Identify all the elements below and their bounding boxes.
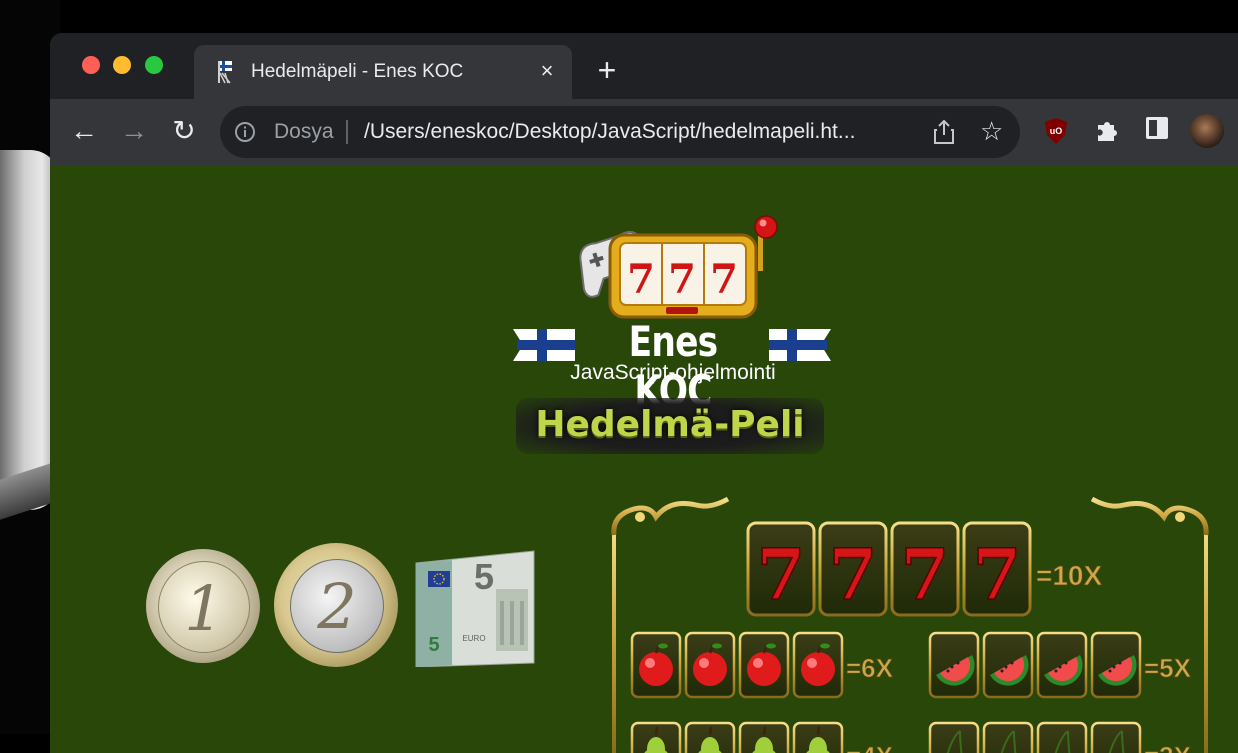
payout-watermelons: =5X (1144, 653, 1192, 683)
logo-reel-1: 7 (627, 256, 655, 303)
paytable-seven-3: 7 (901, 533, 950, 616)
info-icon[interactable] (234, 121, 256, 143)
browser-window: Hedelmäpeli - Enes KOC × + ← → ↻ Dosya /… (50, 33, 1238, 753)
reload-button[interactable]: ↻ (166, 113, 202, 149)
paytable-seven-2: 7 (829, 533, 878, 616)
avatar[interactable] (1190, 114, 1224, 148)
banknote-small-value: 5 (428, 634, 439, 656)
payout-sevens: =10X (1036, 560, 1102, 591)
slot-machine-logo-icon: 7 7 7 (579, 215, 778, 319)
game-title-banner: Hedelmä-Peli (516, 398, 824, 454)
paytable-seven-4: 7 (973, 533, 1022, 616)
minimize-window-button[interactable] (113, 56, 131, 74)
coin-2-value: 2 (317, 570, 357, 643)
share-icon[interactable] (932, 119, 956, 145)
tab-close-icon[interactable]: × (534, 57, 560, 85)
new-tab-button[interactable]: + (592, 53, 622, 87)
address-bar[interactable]: Dosya /Users/eneskoc/Desktop/JavaScript/… (220, 106, 1020, 158)
payout-pears: =4X (846, 741, 894, 753)
close-window-button[interactable] (82, 56, 100, 74)
payout-apples: =6X (846, 653, 894, 683)
logo-reel-3: 7 (710, 256, 738, 303)
page-subtitle: JavaScript-ohjelmointi (570, 361, 776, 384)
banknote-5-euro[interactable]: 5 5 EURO (412, 549, 536, 667)
paytable-row-watermelons: =5X (928, 631, 1192, 699)
tab-active[interactable]: Hedelmäpeli - Enes KOC × (194, 45, 572, 99)
banknote-currency: EURO (462, 634, 485, 643)
security-label[interactable]: Dosya (274, 120, 334, 144)
url-text[interactable]: /Users/eneskoc/Desktop/JavaScript/hedelm… (364, 120, 855, 144)
puzzle-icon[interactable] (1094, 117, 1120, 143)
game-title: Hedelmä-Peli (535, 404, 805, 445)
paytable-seven-1: 7 (757, 533, 806, 616)
finnish-flag-left-icon (513, 329, 575, 361)
back-button[interactable]: ← (66, 113, 102, 149)
zoom-window-button[interactable] (145, 56, 163, 74)
coin-1-euro[interactable]: 1 (146, 549, 260, 663)
tab-title: Hedelmäpeli - Enes KOC (251, 61, 464, 82)
forward-button[interactable]: → (116, 113, 152, 149)
logo-reel-2: 7 (668, 256, 696, 303)
banknote-value: 5 (474, 556, 494, 597)
paytable-row-pears: =4X (630, 721, 894, 753)
side-panel-icon[interactable] (1146, 117, 1168, 139)
paytable: 7 7 7 7 =10X =6X =5X (611, 496, 1209, 753)
star-icon[interactable]: ☆ (980, 116, 1003, 146)
tab-bar: Hedelmäpeli - Enes KOC × + (50, 33, 1238, 99)
svg-text:uO: uO (1050, 126, 1063, 136)
page-content: 7 7 7 Enes KOÇ JavaScript-ohjelmointi He… (50, 165, 1238, 753)
paytable-row-cherries: =3X (928, 721, 1192, 753)
coin-1-value: 1 (184, 572, 224, 645)
coin-2-euro[interactable]: 2 (274, 543, 398, 667)
payout-cherries: =3X (1144, 741, 1192, 753)
paytable-row-apples: =6X (630, 631, 894, 699)
browser-toolbar: ← → ↻ Dosya /Users/eneskoc/Desktop/JavaS… (50, 99, 1238, 165)
finnish-flag-right-icon (769, 329, 831, 361)
paytable-row-sevens: 7 7 7 7 =10X (746, 521, 1103, 617)
finnish-flag-favicon-icon (218, 61, 232, 84)
omnibox-divider (346, 120, 348, 144)
ublock-icon[interactable]: uO (1044, 117, 1068, 145)
